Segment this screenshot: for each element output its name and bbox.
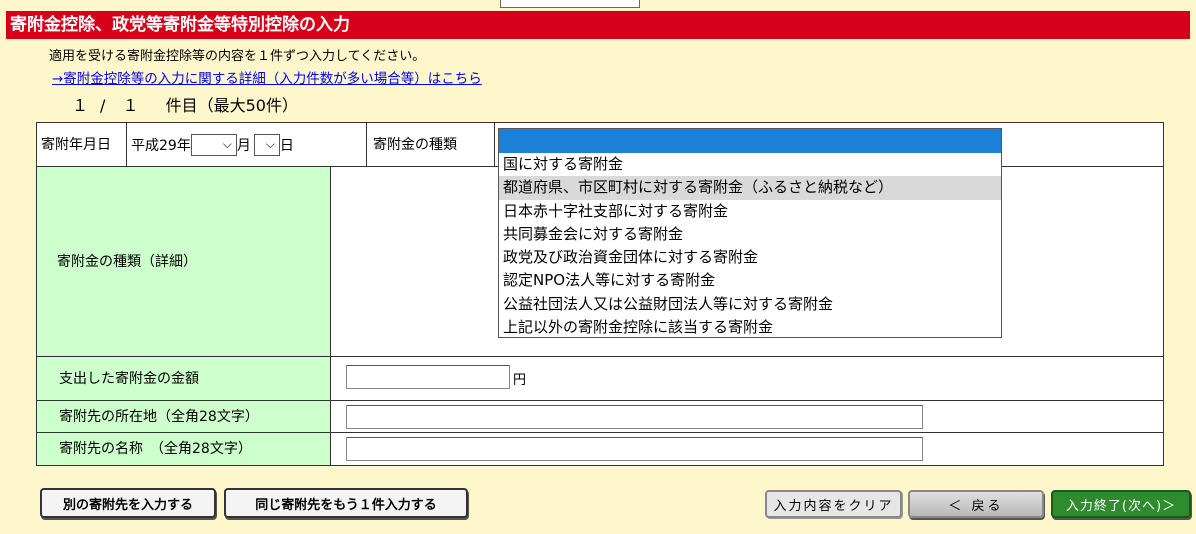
- page-title: 寄附金控除、政党等寄附金等特別控除の入力: [6, 11, 1190, 39]
- name-label: 寄附先の名称 （全角28文字）: [37, 433, 331, 465]
- counter-total: １: [122, 96, 139, 115]
- type-label: 寄附金の種類: [367, 123, 495, 167]
- dropdown-option[interactable]: 上記以外の寄附金控除に該当する寄附金: [499, 316, 1001, 339]
- detail-label: 寄附金の種類（詳細）: [37, 167, 331, 357]
- address-input[interactable]: [346, 405, 923, 429]
- back-button[interactable]: ＜ 戻る: [908, 490, 1044, 518]
- detail-link[interactable]: →寄附金控除等の入力に関する詳細（入力件数が多い場合等）はこちら: [52, 67, 482, 87]
- amount-input[interactable]: [346, 365, 510, 389]
- counter-sep: /: [100, 96, 106, 115]
- chevron-down-icon: ⌵: [265, 136, 275, 151]
- clear-button[interactable]: 入力内容をクリア: [765, 490, 902, 518]
- dropdown-option[interactable]: 日本赤十字社支部に対する寄附金: [499, 200, 1001, 223]
- name-input[interactable]: [346, 437, 923, 461]
- address-label: 寄附先の所在地（全角28文字）: [37, 401, 331, 433]
- dropdown-option[interactable]: 公益社団法人又は公益財団法人等に対する寄附金: [499, 293, 1001, 316]
- dropdown-option[interactable]: 共同募金会に対する寄附金: [499, 223, 1001, 246]
- era-year: 平成29年: [131, 137, 191, 154]
- type-dropdown-list[interactable]: 国に対する寄附金 都道府県、市区町村に対する寄附金（ふるさと納税など） 日本赤十字社…: [498, 128, 1002, 338]
- dropdown-option[interactable]: 政党及び政治資金団体に対する寄附金: [499, 246, 1001, 269]
- chevron-down-icon: ⌵: [222, 136, 232, 151]
- date-field: 平成29年 ⌵ 月 ⌵ 日: [127, 123, 367, 167]
- day-unit: 日: [279, 137, 294, 154]
- instruction-text: 適用を受ける寄附金控除等の内容を１件ずつ入力してください。: [49, 49, 426, 64]
- dropdown-current-selection[interactable]: [499, 129, 1001, 153]
- dropdown-option[interactable]: 認定NPO法人等に対する寄附金: [499, 269, 1001, 292]
- month-select[interactable]: ⌵: [190, 133, 237, 156]
- name-field: [331, 433, 1163, 465]
- same-recipient-button[interactable]: 同じ寄附先をもう１件入力する: [224, 488, 468, 518]
- top-partial-box: [500, 0, 640, 8]
- counter-suffix: 件目（最大50件）: [165, 96, 298, 115]
- amount-label: 支出した寄附金の金額: [37, 357, 331, 401]
- other-recipient-button[interactable]: 別の寄附先を入力する: [40, 488, 216, 518]
- entry-counter: １ / １ 件目（最大50件）: [72, 92, 310, 116]
- address-field: [331, 401, 1163, 433]
- dropdown-option[interactable]: 都道府県、市区町村に対する寄附金（ふるさと納税など）: [499, 176, 1001, 200]
- day-select[interactable]: ⌵: [253, 133, 280, 156]
- counter-current: １: [72, 96, 89, 115]
- yen-unit: 円: [513, 373, 527, 388]
- finish-next-button[interactable]: 入力終了(次へ)＞: [1051, 490, 1191, 518]
- dropdown-option[interactable]: 国に対する寄附金: [499, 153, 1001, 176]
- amount-field: 円: [331, 357, 1163, 401]
- date-label: 寄附年月日: [37, 123, 127, 167]
- month-unit: 月: [236, 137, 251, 154]
